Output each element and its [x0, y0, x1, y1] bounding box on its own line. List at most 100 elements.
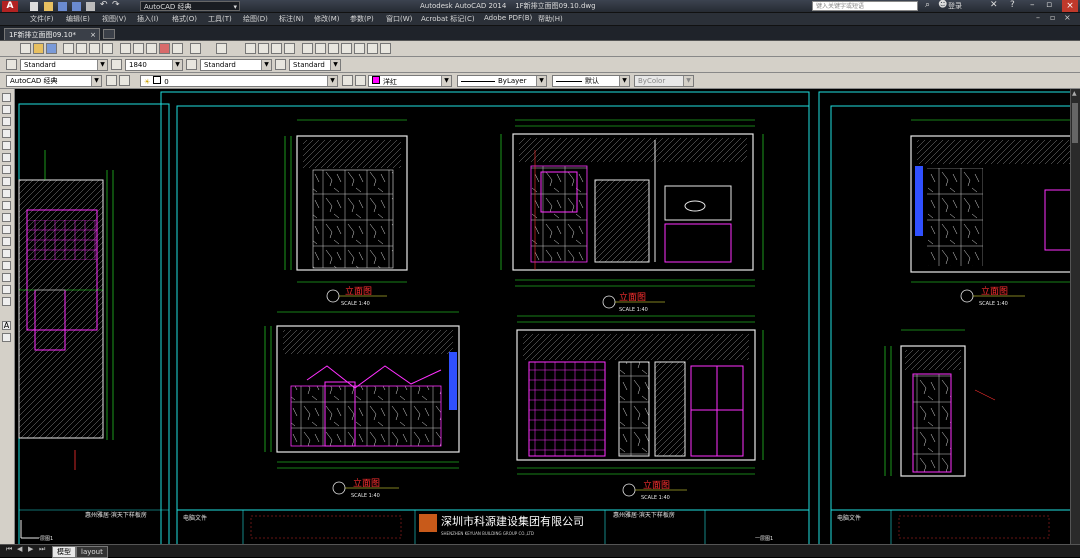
polygon-icon[interactable] — [2, 129, 11, 138]
help-icon[interactable]: ? — [1010, 0, 1015, 10]
cut-icon[interactable] — [120, 43, 131, 54]
arc-icon[interactable] — [2, 153, 11, 162]
print-icon[interactable] — [86, 2, 95, 11]
publish-icon[interactable] — [89, 43, 100, 54]
sheet-set-icon[interactable] — [341, 43, 352, 54]
menu-draw[interactable]: 绘图(D) — [243, 14, 268, 24]
scroll-up-icon[interactable]: ▲ — [1072, 90, 1077, 97]
restore-window-icon[interactable]: ▫ — [1046, 0, 1052, 10]
multileader-style-icon[interactable] — [275, 59, 286, 70]
user-icon[interactable]: ☻ — [938, 0, 947, 10]
menu-minimize-icon[interactable]: – — [1036, 13, 1040, 22]
linetype-select[interactable]: ByLayer ▼ — [457, 75, 547, 87]
ellipse-icon[interactable] — [2, 201, 11, 210]
match-properties-icon[interactable] — [159, 43, 170, 54]
table-style-icon[interactable] — [186, 59, 197, 70]
polyline-icon[interactable] — [2, 117, 11, 126]
pan-icon[interactable] — [245, 43, 256, 54]
text-style-icon[interactable] — [6, 59, 17, 70]
redo-icon[interactable]: ↷ — [112, 0, 120, 10]
last-tab-icon[interactable]: ⏭ — [39, 545, 45, 554]
table-style-select[interactable]: Standard ▼ — [200, 59, 272, 71]
plot-icon[interactable] — [63, 43, 74, 54]
redo-toolbar-icon[interactable] — [216, 43, 227, 54]
color-select[interactable]: 洋红 ▼ — [368, 75, 452, 87]
insert-block-icon[interactable] — [2, 225, 11, 234]
construction-line-icon[interactable] — [2, 105, 11, 114]
dim-style-select[interactable]: 1840 ▼ — [125, 59, 183, 71]
gradient-icon[interactable] — [2, 273, 11, 282]
menu-adobe-pdf[interactable]: Adobe PDF(B) — [484, 14, 532, 22]
search-input[interactable]: 键入关键字或短语 — [812, 1, 918, 11]
plotstyle-select[interactable]: ByColor ▼ — [634, 75, 694, 87]
new-tab-button[interactable] — [103, 29, 115, 39]
menu-format[interactable]: 格式(O) — [172, 14, 197, 24]
menu-parametric[interactable]: 参数(P) — [350, 14, 374, 24]
make-current-layer-icon[interactable] — [342, 75, 353, 86]
new-file-icon[interactable] — [30, 2, 38, 11]
multileader-style-select[interactable]: Standard ▼ — [289, 59, 341, 71]
hatch-icon[interactable] — [2, 261, 11, 270]
prev-tab-icon[interactable]: ◀ — [17, 545, 22, 553]
qnew-icon[interactable] — [20, 43, 31, 54]
scrollbar-thumb[interactable] — [1072, 103, 1078, 143]
undo-icon[interactable]: ↶ — [100, 0, 108, 10]
revision-cloud-icon[interactable] — [2, 177, 11, 186]
zoom-window-icon[interactable] — [271, 43, 282, 54]
design-center-icon[interactable] — [315, 43, 326, 54]
table-icon[interactable] — [2, 297, 11, 306]
menu-insert[interactable]: 插入(I) — [137, 14, 159, 24]
first-tab-icon[interactable]: ⏮ — [6, 545, 12, 554]
add-selected-icon[interactable] — [2, 333, 11, 342]
layer-select[interactable]: ☀ 0 ▼ — [140, 75, 338, 87]
menu-dimension[interactable]: 标注(N) — [279, 14, 304, 24]
vertical-scrollbar[interactable]: ▲ — [1070, 89, 1080, 544]
menu-modify[interactable]: 修改(M) — [314, 14, 340, 24]
ellipse-arc-icon[interactable] — [2, 213, 11, 222]
open-file-icon[interactable] — [44, 2, 53, 11]
save-icon[interactable] — [58, 2, 67, 11]
zoom-previous-icon[interactable] — [284, 43, 295, 54]
mtext-icon[interactable]: A — [2, 321, 11, 330]
line-icon[interactable] — [2, 93, 11, 102]
app-logo-icon[interactable]: A — [2, 1, 18, 12]
region-icon[interactable] — [2, 285, 11, 294]
tab-model[interactable]: 模型 — [52, 546, 76, 558]
block-editor-icon[interactable] — [172, 43, 183, 54]
dim-style-icon[interactable] — [111, 59, 122, 70]
model-space-canvas[interactable]: 立面图 SCALE 1:40 立面图 SCALE 1:40 立面图 SCALE … — [15, 90, 1071, 544]
menu-file[interactable]: 文件(F) — [30, 14, 54, 24]
minimize-window-icon[interactable]: – — [1030, 0, 1035, 10]
open-icon[interactable] — [33, 43, 44, 54]
search-icon[interactable]: ⌕ — [925, 0, 930, 10]
menu-view[interactable]: 视图(V) — [102, 14, 126, 24]
menu-close-icon[interactable]: × — [1064, 13, 1071, 22]
exchange-icon[interactable]: ✕ — [990, 0, 998, 10]
paste-icon[interactable] — [146, 43, 157, 54]
rectangle-icon[interactable] — [2, 141, 11, 150]
layer-previous-icon[interactable] — [355, 75, 366, 86]
point-icon[interactable] — [2, 249, 11, 258]
login-button[interactable]: 登录 — [948, 1, 962, 11]
3d-dwf-icon[interactable] — [102, 43, 113, 54]
quickcalc-icon[interactable] — [367, 43, 378, 54]
copy-icon[interactable] — [133, 43, 144, 54]
zoom-realtime-icon[interactable] — [258, 43, 269, 54]
menu-acrobat[interactable]: Acrobat 标记(C) — [421, 14, 475, 24]
undo-toolbar-icon[interactable] — [190, 43, 201, 54]
workspace-select[interactable]: AutoCAD 经典 ▼ — [6, 75, 102, 87]
tab-layout[interactable]: layout — [76, 546, 108, 558]
next-tab-icon[interactable]: ▶ — [28, 545, 33, 553]
workspace-dropdown[interactable]: AutoCAD 经典 ▾ — [140, 1, 240, 11]
save-as-icon[interactable] — [72, 2, 81, 11]
menu-edit[interactable]: 编辑(E) — [66, 14, 90, 24]
menu-window[interactable]: 窗口(W) — [386, 14, 412, 24]
menu-restore-icon[interactable]: ▫ — [1050, 13, 1055, 22]
layer-properties-icon[interactable] — [106, 75, 117, 86]
close-tab-icon[interactable]: × — [90, 29, 96, 41]
properties-icon[interactable] — [302, 43, 313, 54]
circle-icon[interactable] — [2, 165, 11, 174]
make-block-icon[interactable] — [2, 237, 11, 246]
menu-help[interactable]: 帮助(H) — [538, 14, 563, 24]
preview-icon[interactable] — [76, 43, 87, 54]
